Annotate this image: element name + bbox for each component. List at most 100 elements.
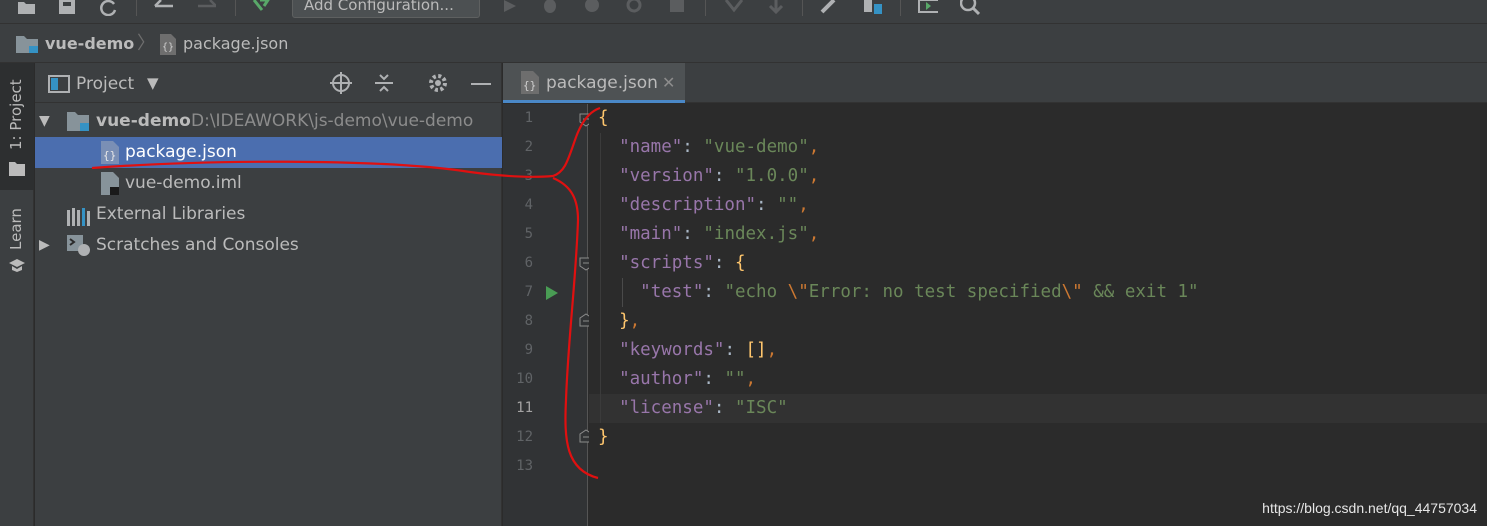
json-file-icon: {} xyxy=(158,34,178,60)
tree-item-label: vue-demo xyxy=(96,111,191,131)
vcs-commit-icon[interactable] xyxy=(765,0,785,16)
chevron-down-icon[interactable]: ▼ xyxy=(147,74,159,92)
stop-icon[interactable] xyxy=(668,0,688,16)
project-folder-icon xyxy=(16,36,40,58)
project-panel-header: Project ▼ xyxy=(35,63,502,103)
code-token: { xyxy=(734,253,746,273)
open-folder-icon[interactable] xyxy=(17,0,37,16)
tab-package-json[interactable]: {} package.json ✕ xyxy=(503,63,685,103)
code-token: "main" xyxy=(619,224,683,244)
line-number: 12 xyxy=(516,429,533,445)
scratches-icon xyxy=(67,235,91,268)
tree-item-vue-demo-iml[interactable]: vue-demo.iml xyxy=(35,168,502,199)
code-token: , xyxy=(745,369,757,389)
build-hammer-icon[interactable] xyxy=(250,0,270,16)
code-line: "test": "echo \"Error: no test specified… xyxy=(598,278,1199,307)
code-token: : xyxy=(713,398,735,418)
code-token: } xyxy=(598,427,609,447)
code-line: "description": "", xyxy=(598,191,809,220)
breadcrumb-file[interactable]: package.json xyxy=(183,24,288,63)
project-view-icon xyxy=(48,75,70,97)
tree-item-path: D:\IDEAWORK\js-demo\vue-demo xyxy=(191,111,474,131)
code-token: : xyxy=(703,282,725,302)
save-icon[interactable] xyxy=(57,0,77,16)
code-line: "main": "index.js", xyxy=(598,220,819,249)
tree-item-label: package.json xyxy=(125,142,237,162)
line-number: 3 xyxy=(524,168,533,184)
code-token: "ISC" xyxy=(734,398,788,418)
line-number: 9 xyxy=(524,342,533,358)
code-token: , xyxy=(766,340,778,360)
add-configuration-button[interactable]: Add Configuration... xyxy=(292,0,480,18)
code-token: [] xyxy=(745,340,767,360)
tree-item-package-json[interactable]: {} package.json xyxy=(35,137,502,168)
debug-icon[interactable] xyxy=(540,0,560,16)
code-line: "keywords": [], xyxy=(598,336,777,365)
code-token: "author" xyxy=(619,369,704,389)
learn-tool-label: Learn xyxy=(7,208,25,250)
collapse-all-icon[interactable] xyxy=(373,72,395,98)
run-gutter-icon[interactable] xyxy=(545,285,559,304)
line-number: 6 xyxy=(524,255,533,271)
code-line: } xyxy=(598,423,609,452)
learn-tool-button[interactable]: Learn xyxy=(0,198,34,278)
code-token: , xyxy=(798,195,809,215)
gear-icon[interactable] xyxy=(427,72,449,98)
editor-tab-bar: {} package.json ✕ xyxy=(503,63,1487,103)
graduation-cap-icon xyxy=(9,258,25,277)
back-icon[interactable] xyxy=(153,0,173,16)
toolbar-separator xyxy=(235,0,236,16)
terminal-run-icon[interactable] xyxy=(918,0,938,16)
code-token: "index.js" xyxy=(703,224,809,244)
line-number: 2 xyxy=(524,139,533,155)
watermark: https://blog.csdn.net/qq_44757034 xyxy=(1262,500,1477,516)
code-line: "license": "ISC" xyxy=(598,394,788,423)
line-number: 7 xyxy=(524,284,533,300)
code-token: "test" xyxy=(640,282,704,302)
project-view-dropdown[interactable]: Project xyxy=(76,63,134,105)
toolbar-separator xyxy=(136,0,137,16)
sync-icon[interactable] xyxy=(99,0,119,16)
close-icon[interactable]: ✕ xyxy=(662,63,675,103)
tab-label: package.json xyxy=(546,73,658,93)
code-token: , xyxy=(808,137,820,157)
expand-arrow-icon[interactable]: ▼ xyxy=(39,106,50,137)
tool-window-stripe: 1: Project Learn xyxy=(0,63,34,526)
hide-panel-icon[interactable] xyxy=(471,83,491,85)
project-tool-button[interactable]: 1: Project xyxy=(0,63,34,190)
run-icon[interactable] xyxy=(500,0,520,16)
vcs-update-icon[interactable] xyxy=(723,0,743,16)
code-line: "name": "vue-demo", xyxy=(598,133,819,162)
project-structure-icon[interactable] xyxy=(862,0,882,16)
code-token: "vue-demo" xyxy=(703,137,809,157)
code-token: "version" xyxy=(619,166,714,186)
main-toolbar: Add Configuration... xyxy=(0,0,1487,24)
toolbar-separator xyxy=(802,0,803,16)
code-token: "license" xyxy=(619,398,714,418)
run-with-coverage-icon[interactable] xyxy=(582,0,602,16)
folder-icon xyxy=(9,161,25,180)
forward-icon[interactable] xyxy=(196,0,216,16)
expand-arrow-icon[interactable]: ▶ xyxy=(39,230,50,261)
tree-item-scratches[interactable]: ▶ Scratches and Consoles xyxy=(35,230,502,261)
profile-icon[interactable] xyxy=(625,0,645,16)
code-token: Error: no test specified xyxy=(808,282,1062,302)
code-token: && exit 1" xyxy=(1082,282,1199,302)
breadcrumb-project[interactable]: vue-demo xyxy=(45,24,134,63)
search-icon[interactable] xyxy=(960,0,980,16)
line-number: 13 xyxy=(516,458,533,474)
editor-gutter: 1 2 3 4 5 6 7 8 9 10 11 12 13 xyxy=(503,104,593,526)
locate-target-icon[interactable] xyxy=(330,72,352,98)
code-editor[interactable]: { "name": "vue-demo", "version": "1.0.0"… xyxy=(589,104,1487,526)
tree-item-vue-demo[interactable]: ▼ vue-demo D:\IDEAWORK\js-demo\vue-demo xyxy=(35,106,502,137)
line-number: 10 xyxy=(516,371,533,387)
tree-item-external-libraries[interactable]: External Libraries xyxy=(35,199,502,230)
project-tool-label: 1: Project xyxy=(7,79,25,150)
wrench-settings-icon[interactable] xyxy=(820,0,840,16)
